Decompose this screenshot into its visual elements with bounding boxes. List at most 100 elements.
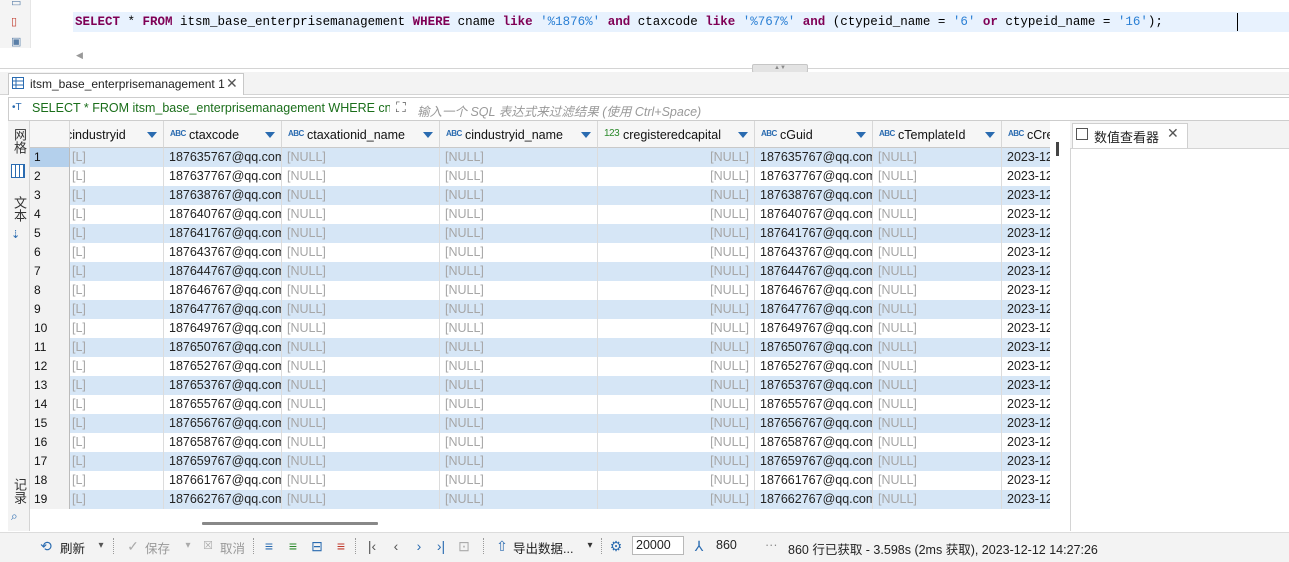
table-row[interactable]: 11 [L] 187650767@qq.com [NULL] [NULL] [NULL] 1… (30, 338, 1050, 357)
cell-date[interactable]: 2023-12 (1002, 262, 1050, 281)
sort-chevron-icon[interactable] (147, 132, 157, 138)
column-header-ccre[interactable]: ABCcCre (1002, 121, 1050, 148)
cell-email[interactable]: 187650767@qq.com (755, 338, 873, 357)
cell-null[interactable]: [NULL] (282, 224, 440, 243)
cell-null[interactable]: [NULL] (873, 452, 1002, 471)
cell-date[interactable]: 2023-12 (1002, 167, 1050, 186)
cell-null[interactable]: [NULL] (282, 281, 440, 300)
cell-email[interactable]: 187655767@qq.com (164, 395, 282, 414)
table-row[interactable]: 9 [L] 187647767@qq.com [NULL] [NULL] [NULL] 18… (30, 300, 1050, 319)
cell-null[interactable]: [NULL] (873, 395, 1002, 414)
row-number[interactable]: 1 (30, 148, 70, 167)
table-row[interactable]: 2 [L] 187637767@qq.com [NULL] [NULL] [NULL] 18… (30, 167, 1050, 186)
cell-email[interactable]: 187656767@qq.com (164, 414, 282, 433)
cell-null[interactable]: [NULL] (598, 433, 755, 452)
column-header-cindustryid_name[interactable]: ABC cindustryid_name (440, 121, 598, 148)
table-row[interactable]: 1 [L] 187635767@qq.com [NULL] [NULL] [NULL] 18… (30, 148, 1050, 167)
cell-date[interactable]: 2023-12 (1002, 243, 1050, 262)
cell-email[interactable]: 187653767@qq.com (164, 376, 282, 395)
cell-null[interactable]: [NULL] (873, 414, 1002, 433)
cell-null[interactable]: [NULL] (873, 262, 1002, 281)
cell-email[interactable]: 187640767@qq.com (755, 205, 873, 224)
refresh-button[interactable]: 刷新 (60, 538, 85, 557)
filter-sql-text[interactable]: SELECT * FROM itsm_base_enterprisemanage… (32, 101, 390, 115)
table-row[interactable]: 5 [L] 187641767@qq.com [NULL] [NULL] [NULL] 18… (30, 224, 1050, 243)
chevron-down-icon[interactable]: ▾ (582, 538, 598, 554)
cell-date[interactable]: 2023-12 (1002, 395, 1050, 414)
cell-null[interactable]: [NULL] (873, 376, 1002, 395)
cell-null[interactable]: [NULL] (440, 376, 598, 395)
cell-email[interactable]: 187644767@qq.com (755, 262, 873, 281)
row-number[interactable]: 15 (30, 414, 70, 433)
gear-icon[interactable]: ⚙ (608, 538, 624, 554)
row-number[interactable]: 13 (30, 376, 70, 395)
cell-email[interactable]: 187635767@qq.com (755, 148, 873, 167)
table-row[interactable]: 12 [L] 187652767@qq.com [NULL] [NULL] [NULL] 1… (30, 357, 1050, 376)
save-button[interactable]: 保存 (145, 538, 170, 557)
cell-null[interactable]: [NULL] (440, 490, 598, 509)
cell-null[interactable]: [NULL] (873, 281, 1002, 300)
cell-email[interactable]: 187637767@qq.com (755, 167, 873, 186)
cell-date[interactable]: 2023-12 (1002, 148, 1050, 167)
cell-null[interactable]: [NULL] (282, 205, 440, 224)
cell-null[interactable]: [NULL] (282, 262, 440, 281)
table-row[interactable]: 6 [L] 187643767@qq.com [NULL] [NULL] [NULL] 18… (30, 243, 1050, 262)
last-page-icon[interactable]: ›| (433, 538, 449, 554)
table-row[interactable]: 17 [L] 187659767@qq.com [NULL] [NULL] [NULL] 1… (30, 452, 1050, 471)
cell-date[interactable]: 2023-12 (1002, 376, 1050, 395)
cell-email[interactable]: 187641767@qq.com (164, 224, 282, 243)
row-number-header[interactable] (30, 121, 70, 148)
close-icon[interactable]: ✕ (226, 75, 238, 92)
cell-null[interactable]: [NULL] (440, 319, 598, 338)
cell-null[interactable]: [NULL] (873, 224, 1002, 243)
cell-email[interactable]: 187646767@qq.com (164, 281, 282, 300)
filter-input[interactable]: 输入一个 SQL 表达式来过滤结果 (使用 Ctrl+Space) (417, 101, 701, 120)
cell-null[interactable]: [NULL] (282, 433, 440, 452)
cell-date[interactable]: 2023-12 (1002, 300, 1050, 319)
row-number[interactable]: 9 (30, 300, 70, 319)
cell-null[interactable]: [NULL] (282, 395, 440, 414)
cell-null[interactable]: [NULL] (440, 338, 598, 357)
column-header-ctaxcode[interactable]: ABC ctaxcode (164, 121, 282, 148)
cell-null[interactable]: [L] (70, 395, 164, 414)
cell-null[interactable]: [NULL] (873, 148, 1002, 167)
cell-null[interactable]: [NULL] (598, 471, 755, 490)
cell-null[interactable]: [NULL] (440, 471, 598, 490)
cell-email[interactable]: 187647767@qq.com (755, 300, 873, 319)
tab-record[interactable]: 记录 (9, 478, 29, 504)
cell-email[interactable]: 187655767@qq.com (755, 395, 873, 414)
warning-file-icon[interactable]: ▯ (11, 16, 23, 28)
cell-null[interactable]: [NULL] (598, 319, 755, 338)
sort-chevron-icon[interactable] (985, 132, 995, 138)
explain-icon[interactable]: ▣ (11, 36, 23, 48)
cancel-icon[interactable]: ☒ (200, 538, 216, 554)
cell-null[interactable]: [NULL] (440, 148, 598, 167)
cell-null[interactable]: [NULL] (598, 357, 755, 376)
sort-chevron-icon[interactable] (581, 132, 591, 138)
cell-null[interactable]: [NULL] (282, 148, 440, 167)
cell-null[interactable]: [NULL] (282, 357, 440, 376)
cell-date[interactable]: 2023-12 (1002, 357, 1050, 376)
chevron-down-icon[interactable]: ▾ (93, 538, 109, 554)
cell-email[interactable]: 187662767@qq.com (164, 490, 282, 509)
cell-null[interactable]: [L] (70, 452, 164, 471)
cell-email[interactable]: 187643767@qq.com (164, 243, 282, 262)
cell-null[interactable]: [NULL] (598, 205, 755, 224)
cell-null[interactable]: [L] (70, 376, 164, 395)
column-header-cindustryid[interactable]: cindustryid (70, 121, 164, 148)
cell-null[interactable]: [NULL] (873, 167, 1002, 186)
cell-null[interactable]: [L] (70, 243, 164, 262)
cell-email[interactable]: 187641767@qq.com (755, 224, 873, 243)
cell-null[interactable]: [NULL] (598, 224, 755, 243)
cell-null[interactable]: [L] (70, 205, 164, 224)
cell-email[interactable]: 187661767@qq.com (755, 471, 873, 490)
cell-null[interactable]: [NULL] (282, 319, 440, 338)
edit-row-icon[interactable]: ≡ (261, 538, 277, 554)
cell-null[interactable]: [L] (70, 357, 164, 376)
row-number[interactable]: 8 (30, 281, 70, 300)
row-number[interactable]: 10 (30, 319, 70, 338)
cell-null[interactable]: [NULL] (873, 243, 1002, 262)
cell-null[interactable]: [NULL] (598, 186, 755, 205)
column-header-ctaxationid_name[interactable]: ABC ctaxationid_name (282, 121, 440, 148)
cell-null[interactable]: [NULL] (873, 471, 1002, 490)
